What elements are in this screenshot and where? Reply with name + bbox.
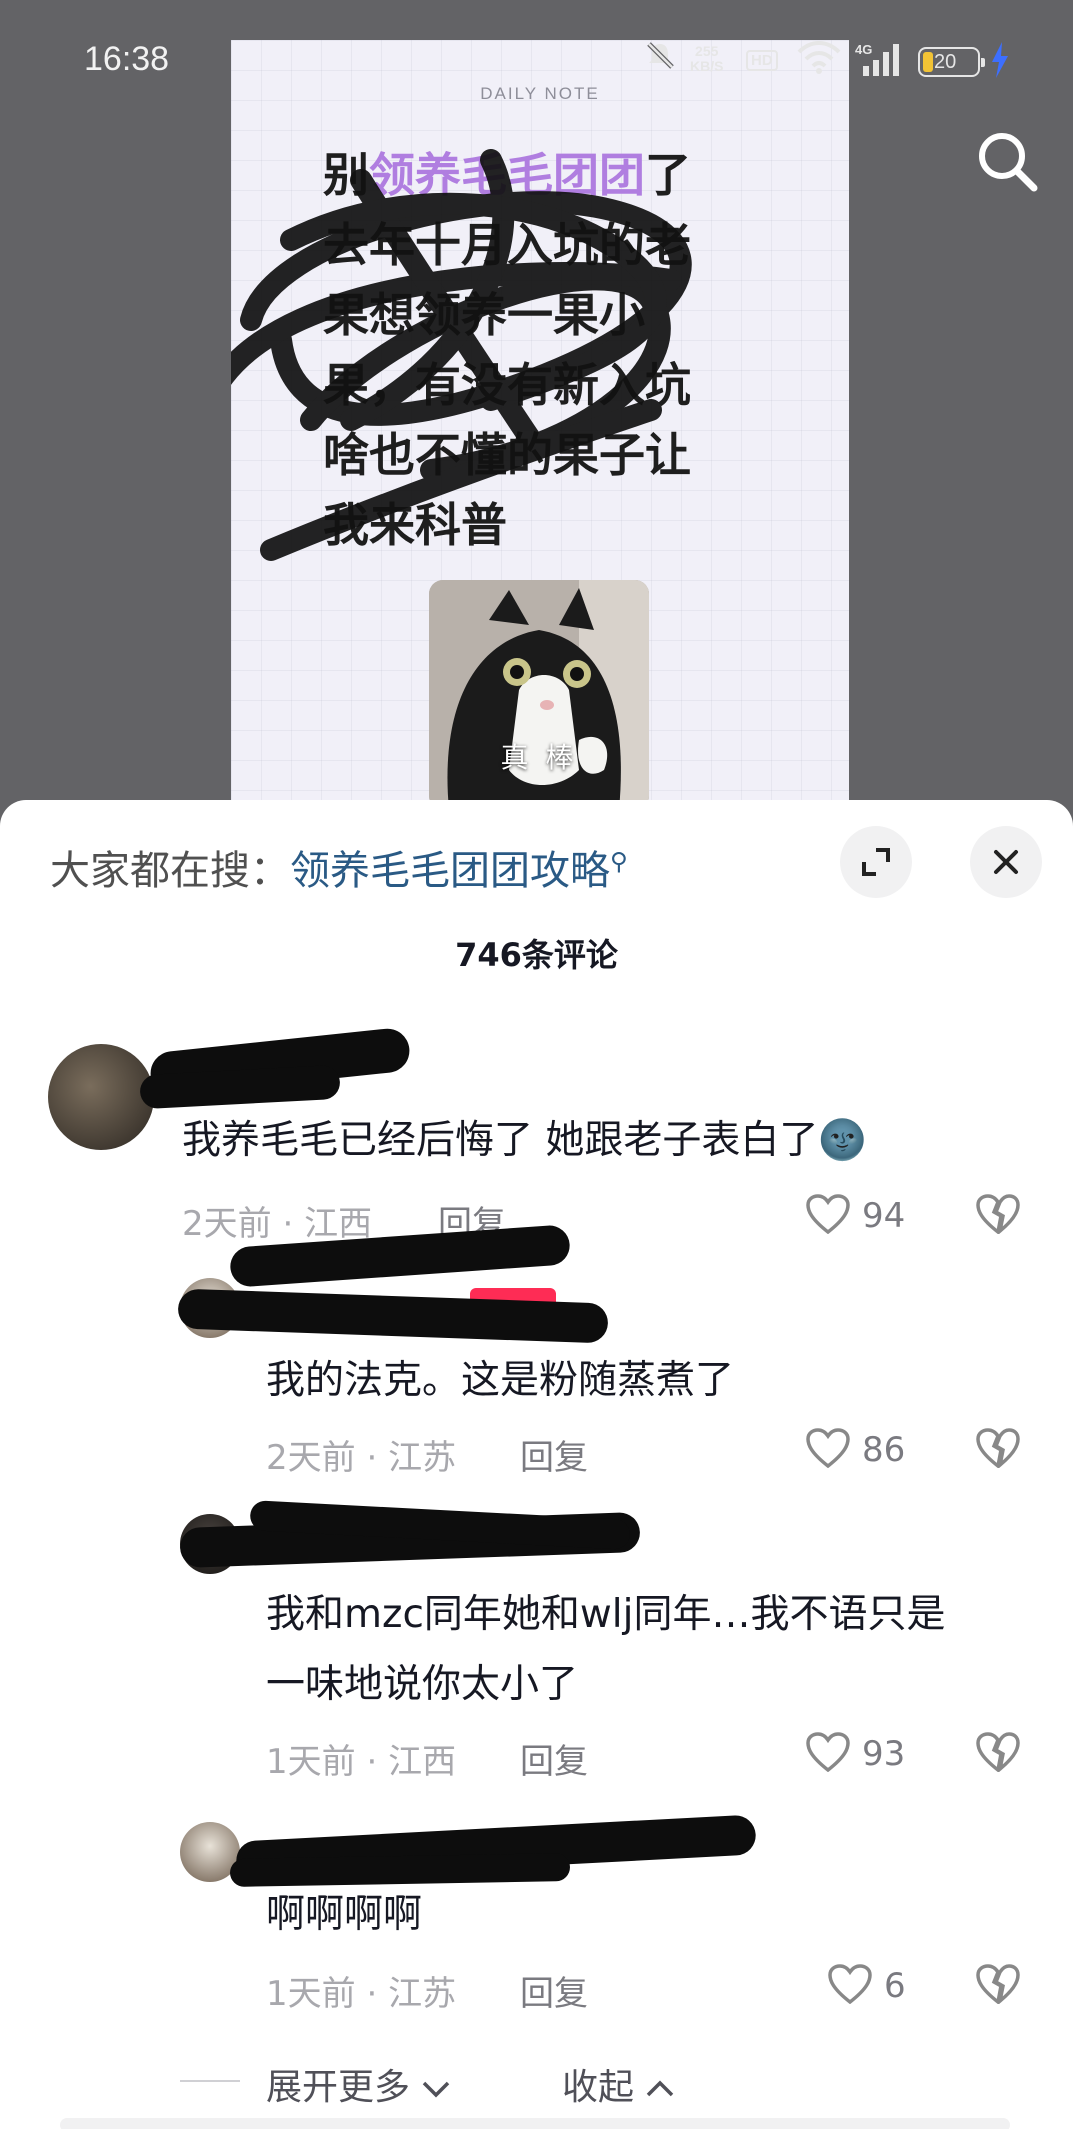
broken-heart-icon[interactable]	[976, 1732, 1020, 1774]
cat-caption: 真 棒	[500, 741, 578, 774]
cell-label: 4G	[855, 42, 872, 57]
comment-count: 746条评论	[455, 936, 618, 974]
comment-meta: 2天前 · 江苏	[266, 1438, 457, 1478]
reply-button[interactable]: 回复	[520, 1734, 588, 1783]
like-count: 94	[862, 1196, 906, 1236]
net-speed-value: 255	[695, 43, 719, 59]
comment-time: 2天前	[266, 1438, 356, 1478]
net-speed: 255 KB/S	[690, 44, 723, 74]
comment-text: 我和mzc同年她和wlj同年…我不语只是	[266, 1592, 946, 1637]
battery-icon: 20	[918, 47, 985, 77]
like-count: 6	[884, 1966, 906, 2006]
status-time: 16:38	[84, 40, 170, 78]
close-icon	[994, 850, 1018, 874]
cat-photo: 真 棒	[429, 580, 649, 810]
like-count: 86	[862, 1430, 906, 1470]
battery-level: 20	[934, 51, 957, 73]
chevron-down-icon	[421, 2067, 451, 2108]
comment-location: 江苏	[388, 1438, 457, 1478]
heart-icon[interactable]	[806, 1732, 850, 1773]
expand-more-label: 展开更多	[266, 2067, 411, 2108]
comment-time: 2天前	[182, 1204, 272, 1244]
comment-meta: 1天前 · 江西	[266, 1742, 457, 1782]
signal-icon: 4G	[855, 42, 905, 82]
chevron-up-icon	[645, 2067, 675, 2108]
heart-icon[interactable]	[806, 1428, 850, 1469]
like-count: 93	[862, 1734, 906, 1774]
expand-button[interactable]	[840, 826, 912, 898]
reply-button[interactable]: 回复	[520, 1966, 588, 2015]
heart-icon[interactable]	[828, 1964, 872, 2005]
comment-location: 江西	[388, 1742, 457, 1782]
broken-heart-icon[interactable]	[976, 1964, 1020, 2006]
comment-meta: 1天前 · 江苏	[266, 1974, 457, 2014]
reply-button[interactable]: 回复	[520, 1430, 588, 1479]
expand-more-button[interactable]: 展开更多	[266, 2058, 451, 2110]
comment-text-line-2: 一味地说你太小了	[266, 1662, 579, 1707]
collapse-button[interactable]: 收起	[562, 2058, 675, 2110]
status-bar: 16:38 255 KB/S HD 4G 20	[0, 0, 1073, 120]
expand-icon	[862, 848, 890, 876]
note-image: DAILY NOTE 别领养毛毛团团了 去年十月入坑的老 果想领养一果小 果，有…	[231, 40, 849, 830]
comment-text: 我养毛毛已经后悔了 她跟老子表白了🌚	[182, 1118, 867, 1163]
avatar[interactable]	[48, 1044, 154, 1150]
wifi-icon	[797, 40, 841, 78]
comment-time: 1天前	[266, 1974, 356, 2014]
video-area[interactable]: DAILY NOTE 别领养毛毛团团了 去年十月入坑的老 果想领养一果小 果，有…	[0, 0, 1073, 830]
collapse-label: 收起	[562, 2067, 635, 2108]
comment-location: 江苏	[388, 1974, 457, 2014]
comment-time: 1天前	[266, 1742, 356, 1782]
comment-input-bar[interactable]	[60, 2118, 1010, 2129]
small-search-icon: ⚲	[610, 847, 628, 876]
search-suggestion-keyword[interactable]: 领养毛毛团团攻略	[290, 848, 610, 894]
broken-heart-icon[interactable]	[976, 1194, 1020, 1236]
hd-icon: HD	[746, 50, 778, 71]
net-speed-unit: KB/S	[690, 58, 724, 74]
search-icon[interactable]	[972, 126, 1042, 196]
broken-heart-icon[interactable]	[976, 1428, 1020, 1470]
divider	[180, 2080, 240, 2082]
search-suggestion[interactable]: 大家都在搜：领养毛毛团团攻略⚲	[50, 838, 628, 896]
search-suggestion-prefix: 大家都在搜：	[50, 848, 290, 894]
comment-text: 啊啊啊啊	[266, 1892, 423, 1937]
charging-icon	[990, 42, 1010, 86]
mute-icon	[645, 40, 675, 78]
scribble-redaction	[231, 149, 692, 561]
close-button[interactable]	[970, 826, 1042, 898]
heart-icon[interactable]	[806, 1194, 850, 1235]
comment-text: 我的法克。这是粉随蒸煮了	[266, 1358, 735, 1403]
comment-meta: 2天前 · 江西	[182, 1204, 373, 1244]
